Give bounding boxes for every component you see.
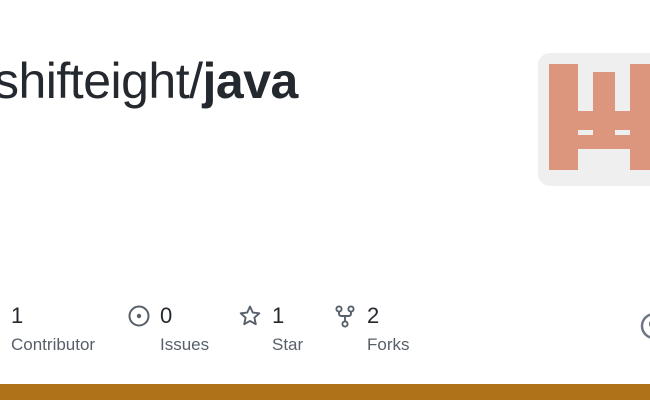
repo-title[interactable]: shifteight/java (0, 56, 298, 106)
repo-forked-icon (334, 304, 358, 328)
stat-stars[interactable]: 1 Star (239, 302, 319, 362)
contributors-count: 1 (11, 303, 24, 328)
owner-avatar[interactable] (538, 53, 650, 186)
star-icon (239, 304, 263, 328)
repo-stats: 1 Contributor 0 Issues 1 Star 2 Forks (0, 302, 650, 362)
issues-label: Issues (160, 335, 210, 354)
stat-contributors[interactable]: 1 Contributor (11, 302, 121, 362)
forks-label: Forks (367, 335, 410, 354)
stars-count: 1 (272, 303, 285, 328)
issue-opened-icon (128, 304, 152, 328)
github-logo-icon (640, 312, 650, 340)
repo-owner: shifteight/ (0, 53, 203, 109)
repo-social-card: shifteight/java 1 Contributor 0 Issues 1… (0, 0, 650, 400)
repo-name: java (202, 53, 299, 109)
contributors-label: Contributor (11, 335, 96, 354)
forks-count: 2 (367, 303, 380, 328)
stat-issues[interactable]: 0 Issues (128, 302, 228, 362)
language-color-bar (0, 384, 650, 400)
stat-forks[interactable]: 2 Forks (334, 302, 424, 362)
identicon-icon (549, 64, 650, 170)
stars-label: Star (272, 335, 304, 354)
issues-count: 0 (160, 303, 173, 328)
